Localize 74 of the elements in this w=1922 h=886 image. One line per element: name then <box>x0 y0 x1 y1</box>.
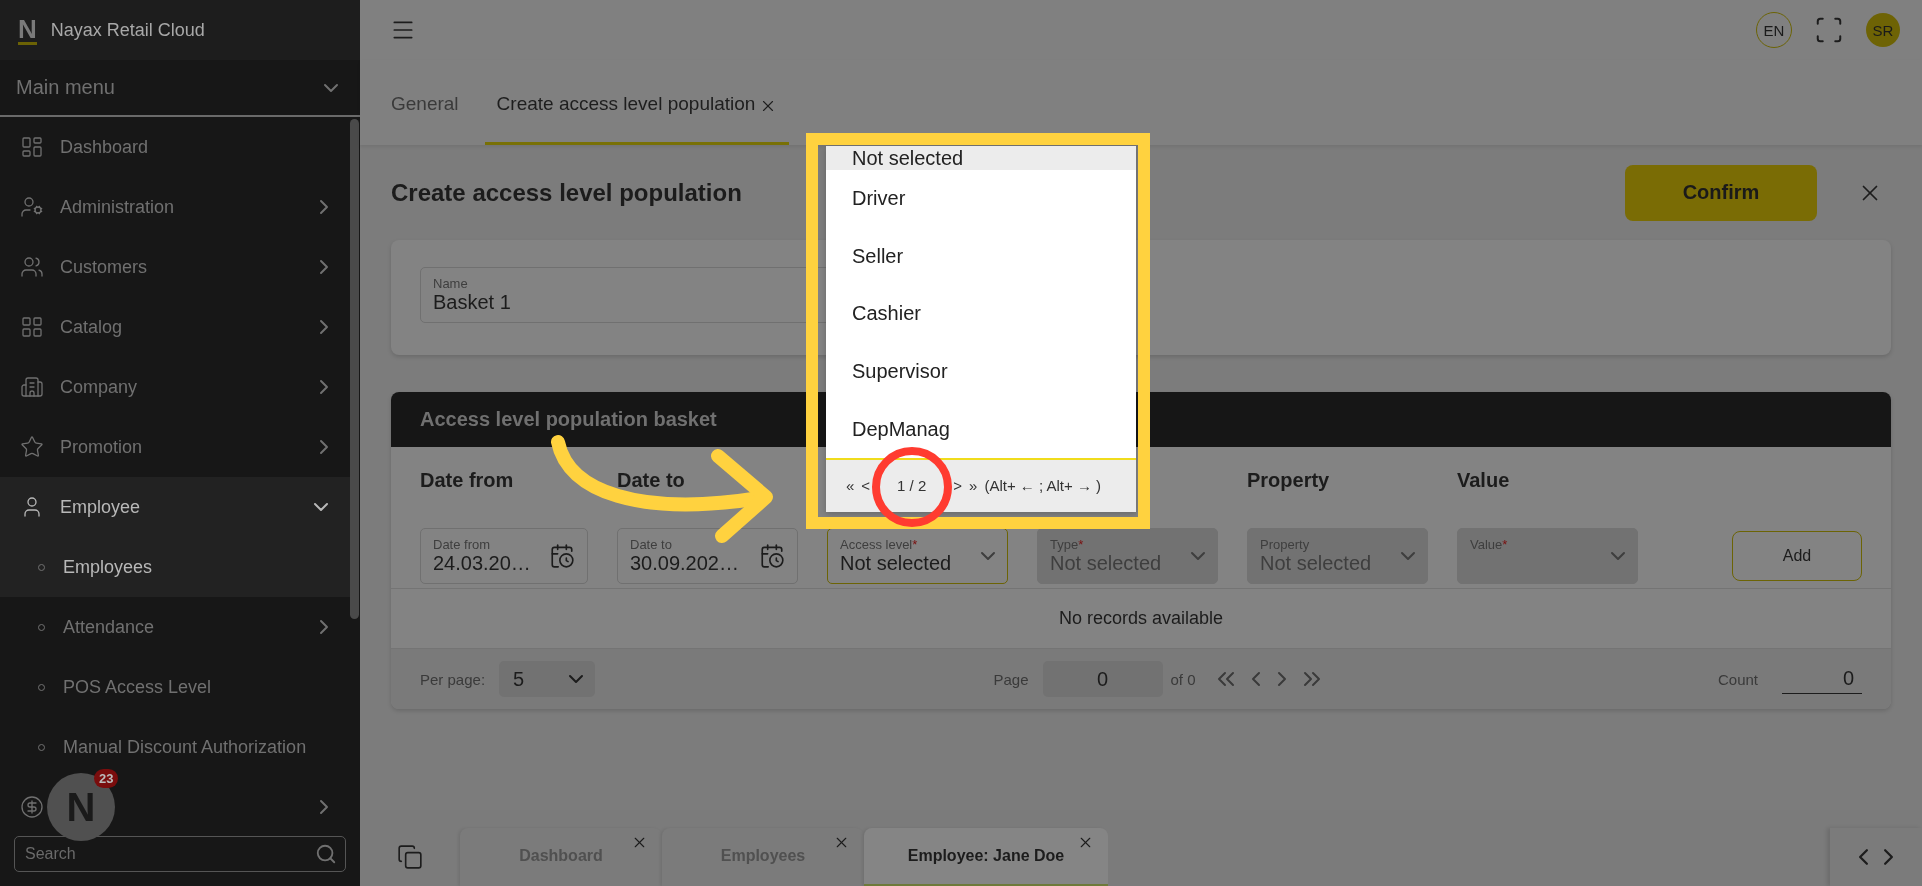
scroll-right-icon[interactable] <box>1884 849 1893 865</box>
page-total: of 0 <box>1170 670 1196 688</box>
next-page-button[interactable]: > <box>953 477 963 495</box>
per-page-label: Per page: <box>420 670 486 688</box>
first-page-button[interactable] <box>1217 672 1234 686</box>
sidebar-item[interactable]: Company <box>0 357 350 417</box>
dropdown-option[interactable]: Not selected <box>826 146 1136 170</box>
user-gear-icon <box>20 195 44 219</box>
column-header: Date from <box>420 468 514 492</box>
scrollbar-thumb[interactable] <box>350 119 359 619</box>
sidebar-item[interactable]: Dashboard <box>0 117 350 177</box>
chevron-down-icon <box>569 675 584 683</box>
page-tab[interactable]: Create access level population <box>484 83 790 145</box>
per-page-select[interactable]: 5 <box>499 661 596 697</box>
select-field[interactable]: Access level* Not selected <box>827 527 1008 584</box>
building-icon <box>20 375 44 399</box>
search-icon[interactable] <box>315 843 337 865</box>
date-field[interactable]: Date to 30.09.202… <box>617 527 798 584</box>
chevron-down-icon <box>1401 551 1415 560</box>
page-tab[interactable]: General <box>391 83 471 145</box>
count-field: 0 <box>1782 664 1862 694</box>
dropdown-option[interactable]: Supervisor <box>826 342 1136 401</box>
previous-page-button[interactable]: < <box>861 477 871 495</box>
add-button[interactable]: Add <box>1732 530 1862 581</box>
chevron-down-icon <box>1191 551 1205 560</box>
page-field[interactable]: 0 <box>1042 661 1163 697</box>
sidebar-item[interactable]: Employee <box>0 477 350 537</box>
sidebar-item[interactable]: Promotion <box>0 417 350 477</box>
chevron-down-icon <box>1611 551 1625 560</box>
user-avatar[interactable]: SR <box>1866 13 1900 47</box>
confirm-button[interactable]: Confirm <box>1625 164 1817 221</box>
chevron-down-icon <box>981 551 995 560</box>
shortcut-hint: (Alt+ ← ; Alt+ → ) <box>984 477 1102 495</box>
app-name: Nayax Retail Cloud <box>50 19 205 41</box>
sidebar-subitem[interactable]: Attendance <box>0 597 350 657</box>
sidebar-subitem[interactable]: Employees <box>0 537 350 597</box>
menu-title: Main menu <box>16 76 115 99</box>
search-field[interactable]: Search <box>14 836 346 872</box>
first-page-button[interactable]: « <box>846 477 855 495</box>
grid-icon <box>20 315 44 339</box>
page-title: Create access level population <box>391 178 742 207</box>
column-header: Value <box>1457 468 1510 492</box>
app-logo: N <box>18 15 37 45</box>
previous-page-button[interactable] <box>1251 672 1260 686</box>
column-header: Property <box>1247 468 1330 492</box>
empty-message: No records available <box>1058 608 1224 629</box>
dropdown-option[interactable]: Seller <box>826 227 1136 286</box>
sidebar-item[interactable]: Administration <box>0 177 350 237</box>
date-field[interactable]: Date from 24.03.20… <box>420 527 588 584</box>
dropdown-option[interactable]: Cashier <box>826 285 1136 343</box>
page-label: Page <box>993 670 1029 688</box>
count-label: Count <box>1717 670 1758 688</box>
last-page-button[interactable] <box>1303 672 1320 686</box>
scroll-left-icon[interactable] <box>1859 849 1868 865</box>
next-page-button[interactable] <box>1277 672 1286 686</box>
sidebar-subitem[interactable]: POS Access Level <box>0 657 350 717</box>
star-icon <box>20 435 44 459</box>
calendar-icon[interactable] <box>759 542 785 569</box>
calendar-icon[interactable] <box>549 542 575 569</box>
chevron-down-icon[interactable] <box>324 83 338 92</box>
dashboard-icon <box>20 135 44 159</box>
dropdown-option[interactable]: Driver <box>826 170 1136 228</box>
page-indicator: 1 / 2 <box>897 477 927 495</box>
basket-title: Access level population basket <box>420 408 717 431</box>
sidebar-item[interactable]: Customers <box>0 237 350 297</box>
last-page-button[interactable]: » <box>969 477 978 495</box>
stacked-windows-icon[interactable] <box>397 844 423 870</box>
users-icon <box>20 255 44 279</box>
sidebar-item[interactable]: Catalog <box>0 297 350 357</box>
fullscreen-icon[interactable] <box>1814 15 1844 45</box>
dropdown-option[interactable]: DepManag <box>826 400 1136 458</box>
bottom-tab[interactable]: Employee: Jane Doe <box>864 828 1108 886</box>
dollar-coin-icon <box>20 795 44 819</box>
column-header: Date to <box>617 468 685 492</box>
